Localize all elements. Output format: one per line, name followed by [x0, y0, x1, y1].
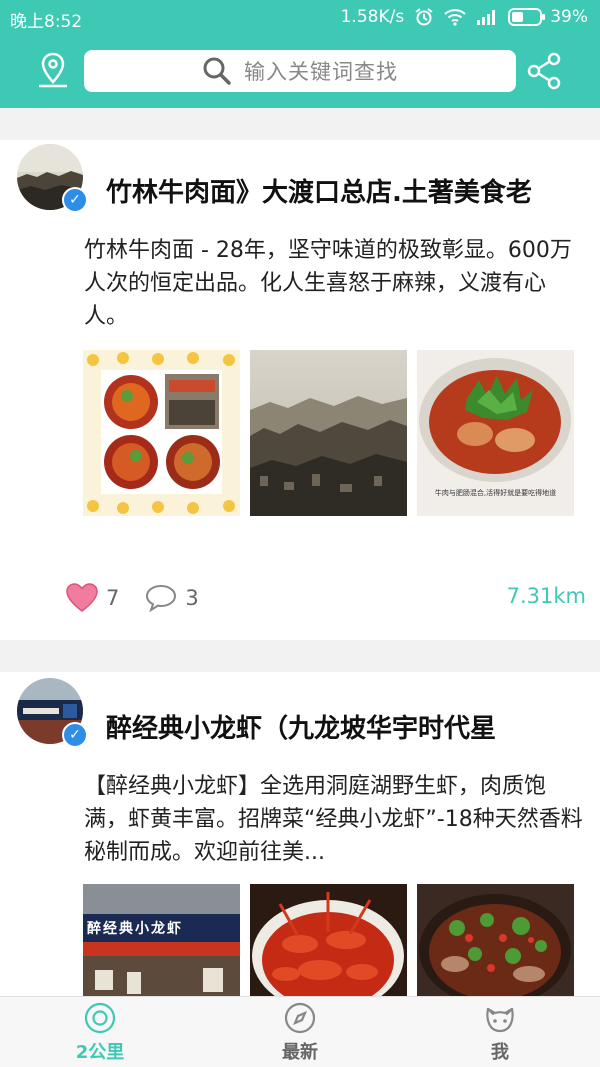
tab-label: 2公里 [75, 1041, 125, 1063]
tab-latest[interactable]: 最新 [200, 997, 400, 1067]
search-bar[interactable]: 输入关键词查找 [84, 50, 516, 92]
verified-badge-icon: ✓ [62, 722, 88, 748]
tab-label: 我 [491, 1041, 509, 1063]
battery-percent: 39% [550, 7, 588, 27]
comment-button[interactable]: 3 [145, 584, 199, 612]
post-card[interactable]: ✓ 醉经典小龙虾（九龙坡华宇时代星 【醉经典小龙虾】全选用洞庭湖野生虾，肉质饱满… [0, 672, 600, 996]
post-image-food-collage[interactable] [83, 350, 240, 516]
post-image-storefront[interactable]: 醉经典小龙虾 [83, 884, 240, 996]
share-icon [527, 52, 561, 90]
post-title[interactable]: 竹林牛肉面》大渡口总店.土著美食老 [106, 172, 600, 209]
search-placeholder: 输入关键词查找 [244, 60, 398, 84]
battery-indicator: 39% [508, 7, 588, 27]
location-pin-icon [39, 52, 67, 88]
tab-nearby[interactable]: 2公里 [0, 997, 200, 1067]
like-count: 7 [106, 586, 120, 610]
comment-bubble-icon [146, 584, 177, 612]
store-sign-text: 醉经典小龙虾 [87, 921, 183, 937]
post-image-crayfish[interactable] [250, 884, 407, 996]
tab-label: 最新 [282, 1041, 318, 1063]
post-actions: 7 3 7.31km [66, 580, 586, 616]
network-speed: 1.58K/s [340, 7, 405, 27]
wifi-icon [444, 8, 466, 26]
status-indicators: 1.58K/s 39% [341, 7, 588, 27]
alarm-icon [414, 7, 434, 27]
search-icon [203, 57, 231, 85]
comment-count: 3 [185, 586, 199, 610]
app-header: 晚上8:52 1.58K/s 39% 输入关键词查找 [0, 0, 600, 108]
post-description[interactable]: 【醉经典小龙虾】全选用洞庭湖野生虾，肉质饱满，虾黄丰富。招牌菜“经典小龙虾”-1… [84, 770, 584, 869]
distance-label: 7.31km [506, 584, 586, 608]
like-button[interactable]: 7 [66, 583, 119, 613]
verified-badge-icon: ✓ [62, 187, 88, 213]
post-images: 牛肉与肥肠混合,活得好就是要吃得地道 [83, 350, 574, 516]
post-image-spicy-dish[interactable] [417, 884, 574, 996]
share-button[interactable] [522, 48, 568, 94]
status-time: 晚上8:52 [10, 12, 83, 32]
bottom-navigation: 2公里 最新 我 [0, 996, 600, 1067]
status-bar: 晚上8:52 1.58K/s 39% [0, 0, 600, 36]
location-button[interactable] [30, 48, 76, 94]
target-icon [84, 1002, 116, 1033]
cat-face-icon [486, 1007, 514, 1032]
battery-icon [508, 8, 546, 26]
compass-icon [284, 1002, 316, 1033]
post-title[interactable]: 醉经典小龙虾（九龙坡华宇时代星 [106, 708, 600, 745]
post-image-city-view[interactable] [250, 350, 407, 516]
post-images: 醉经典小龙虾 [83, 884, 574, 996]
toolbar: 输入关键词查找 [0, 36, 600, 108]
post-image-beef-bowl[interactable]: 牛肉与肥肠混合,活得好就是要吃得地道 [417, 350, 574, 516]
image-caption: 牛肉与肥肠混合,活得好就是要吃得地道 [434, 489, 557, 497]
signal-icon [476, 9, 498, 25]
post-card[interactable]: ✓ 竹林牛肉面》大渡口总店.土著美食老 竹林牛肉面 - 28年，坚守味道的极致彰… [0, 140, 600, 640]
heart-icon [66, 583, 98, 612]
post-description[interactable]: 竹林牛肉面 - 28年，坚守味道的极致彰显。600万人次的恒定出品。化人生喜怒于… [84, 234, 584, 333]
tab-profile[interactable]: 我 [400, 997, 600, 1067]
post-feed[interactable]: ✓ 竹林牛肉面》大渡口总店.土著美食老 竹林牛肉面 - 28年，坚守味道的极致彰… [0, 108, 600, 996]
